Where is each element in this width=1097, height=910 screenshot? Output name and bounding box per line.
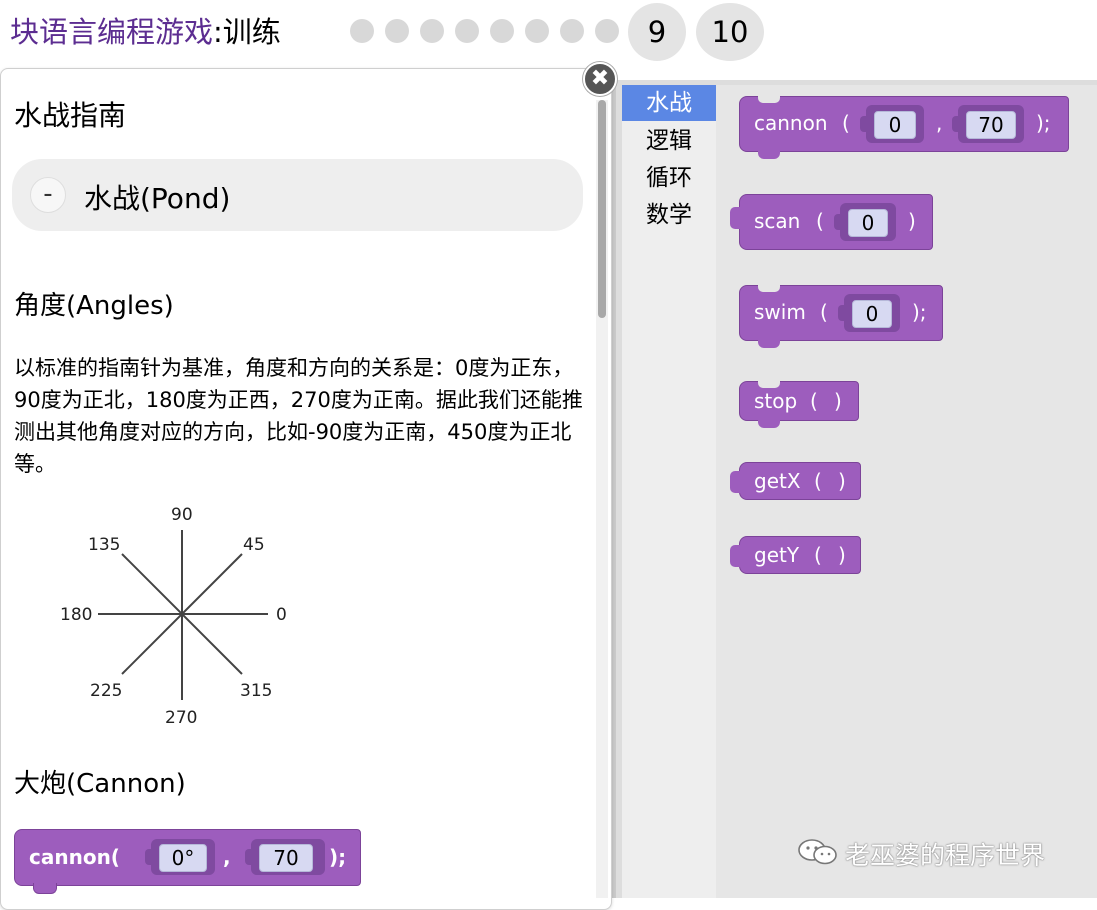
- title-separator: :: [213, 15, 223, 49]
- swim-block[interactable]: swim ( 0 );: [739, 285, 943, 348]
- slot-nub: [952, 116, 960, 132]
- gety-block-label: getY: [754, 543, 800, 567]
- cannon-angle-slot: 0: [860, 105, 924, 143]
- stop-block-label: stop: [754, 389, 798, 413]
- cannon-example-block: cannon( 0° , 70 );: [14, 829, 361, 894]
- level-dot-5[interactable]: [490, 19, 514, 43]
- category-pond[interactable]: 水战: [622, 85, 716, 121]
- scan-block-open: (: [816, 209, 824, 233]
- cannon-angle-input[interactable]: 0: [874, 111, 916, 139]
- category-logic[interactable]: 逻辑: [622, 123, 716, 159]
- app-title-link[interactable]: 块语言编程游戏: [10, 15, 213, 49]
- compass-label-180: 180: [60, 605, 92, 625]
- angles-paragraph: 以标准的指南针为基准，角度和方向的关系是：0度为正东，90度为正北，180度为正…: [14, 356, 583, 476]
- level-header: 块语言编程游戏:训练 9 10: [0, 0, 1097, 66]
- pond-accordion[interactable]: - 水战(Pond): [12, 159, 583, 231]
- level-dot-7[interactable]: [560, 19, 584, 43]
- close-icon[interactable]: ✖: [583, 62, 617, 96]
- slot-nub: [860, 116, 868, 132]
- gety-block-end: ): [838, 543, 846, 567]
- level-dot-8[interactable]: [595, 19, 619, 43]
- compass-diagram: 0 45 90 135 180 225 270 315: [60, 505, 287, 728]
- compass-label-135: 135: [88, 535, 120, 555]
- compass-label-0: 0: [276, 605, 287, 625]
- swim-block-open: (: [820, 300, 828, 324]
- category-loops[interactable]: 循环: [622, 160, 716, 196]
- stop-block[interactable]: stop ( ): [739, 381, 859, 428]
- cannon-heading: 大炮(Cannon): [14, 769, 186, 799]
- stop-block-end: ): [834, 389, 842, 413]
- cannon-block-label: cannon: [754, 111, 828, 135]
- block-connector: [758, 151, 780, 159]
- cannon-block-end: );: [1036, 111, 1051, 135]
- getx-block[interactable]: getX ( ): [730, 462, 861, 500]
- cannon-range-input[interactable]: 70: [966, 111, 1016, 139]
- cannon-example-label: cannon(: [29, 845, 120, 869]
- watermark-text: 老巫婆的程序世界: [845, 841, 1046, 870]
- swim-angle-slot: 0: [838, 294, 900, 332]
- slot-nub: [145, 849, 153, 865]
- compass-label-225: 225: [90, 681, 122, 701]
- swim-block-end: );: [912, 300, 927, 324]
- block-connector: [758, 340, 780, 348]
- toolbox-categories: 水战 逻辑 循环 数学: [622, 85, 716, 898]
- getx-block-end: ): [838, 469, 846, 493]
- level-name: 训练: [222, 15, 281, 49]
- guide-title: 水战指南: [14, 99, 127, 132]
- output-tab: [730, 471, 741, 493]
- cannon-block[interactable]: cannon ( 0 , 70 );: [739, 96, 1069, 159]
- gety-block-open: (: [814, 543, 822, 567]
- cannon-example-range-slot: 70: [245, 839, 325, 875]
- cannon-example-end: );: [329, 845, 347, 869]
- category-math[interactable]: 数学: [622, 197, 716, 233]
- angles-heading: 角度(Angles): [14, 291, 174, 321]
- level-9-button[interactable]: 9: [628, 3, 686, 61]
- cannon-block-comma: ,: [936, 111, 943, 135]
- cannon-range-slot: 70: [952, 105, 1024, 143]
- level-dot-3[interactable]: [420, 19, 444, 43]
- cannon-example-range: 70: [259, 844, 313, 872]
- swim-block-label: swim: [754, 300, 806, 324]
- scan-angle-input[interactable]: 0: [848, 209, 888, 237]
- level-10-button[interactable]: 10: [696, 3, 764, 61]
- compass-label-315: 315: [240, 681, 272, 701]
- block-notch: [758, 96, 780, 103]
- output-tab: [730, 207, 741, 229]
- scan-block[interactable]: scan ( 0 ): [730, 194, 933, 250]
- block-notch: [758, 381, 780, 388]
- block-connector: [758, 420, 780, 428]
- collapse-icon[interactable]: -: [30, 177, 66, 213]
- getx-block-open: (: [814, 469, 822, 493]
- stop-block-open: (: [810, 389, 818, 413]
- guide-scrollbar-thumb[interactable]: [598, 100, 606, 318]
- getx-block-label: getX: [754, 469, 801, 493]
- scan-angle-slot: 0: [834, 203, 896, 241]
- level-dot-1[interactable]: [350, 19, 374, 43]
- level-dot-4[interactable]: [455, 19, 479, 43]
- swim-angle-input[interactable]: 0: [852, 300, 892, 328]
- level-dot-6[interactable]: [525, 19, 549, 43]
- compass-label-270: 270: [165, 708, 197, 728]
- compass-label-90: 90: [171, 505, 193, 525]
- gety-block[interactable]: getY ( ): [730, 536, 861, 574]
- cannon-block-open: (: [842, 111, 850, 135]
- cannon-example-comma: ,: [223, 845, 231, 869]
- slot-nub: [838, 305, 846, 321]
- cannon-example-angle-slot: 0°: [145, 839, 215, 875]
- scan-block-label: scan: [754, 209, 801, 233]
- page-title: 块语言编程游戏:训练: [10, 12, 281, 52]
- wechat-icon: [798, 839, 837, 865]
- cannon-example-angle: 0°: [159, 844, 207, 872]
- block-connector: [33, 883, 57, 894]
- slot-nub: [245, 849, 253, 865]
- compass-label-45: 45: [243, 535, 265, 555]
- pond-accordion-label: 水战(Pond): [84, 182, 231, 215]
- scan-block-end: ): [908, 209, 916, 233]
- slot-nub: [834, 214, 842, 230]
- level-dot-2[interactable]: [385, 19, 409, 43]
- output-tab: [730, 545, 741, 567]
- block-notch: [758, 285, 780, 292]
